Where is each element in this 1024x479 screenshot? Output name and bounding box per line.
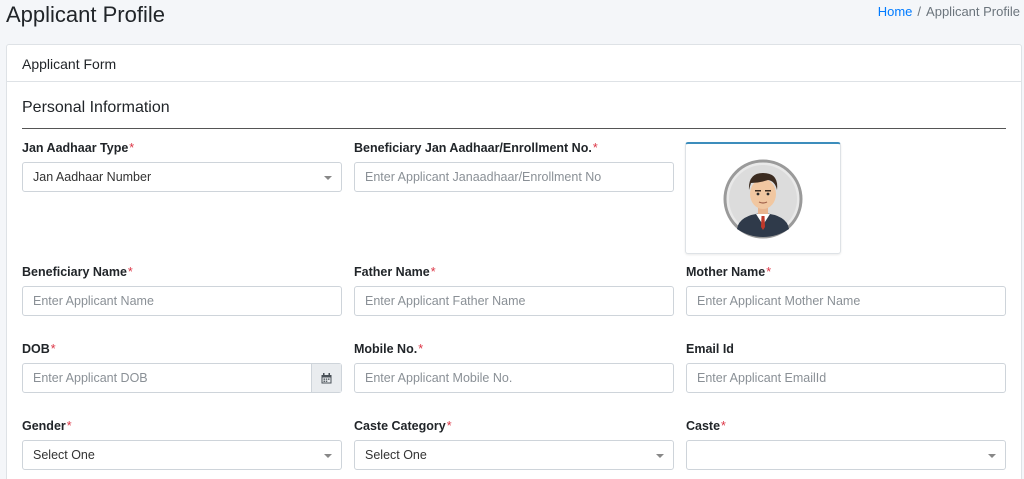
beneficiary-name-field: Beneficiary Name* xyxy=(22,265,342,316)
gender-select[interactable]: Select One xyxy=(22,440,342,470)
dob-label: DOB* xyxy=(22,342,56,356)
mother-name-input[interactable] xyxy=(697,287,1005,315)
caste-category-select[interactable]: Select One xyxy=(354,440,674,470)
email-id-label: Email Id xyxy=(686,342,734,356)
father-name-field: Father Name* xyxy=(354,265,674,316)
beneficiary-name-label: Beneficiary Name* xyxy=(22,265,133,279)
avatar-icon xyxy=(723,159,803,239)
enrollment-no-label: Beneficiary Jan Aadhaar/Enrollment No.* xyxy=(354,141,598,155)
enrollment-no-field: Beneficiary Jan Aadhaar/Enrollment No.* xyxy=(354,141,674,192)
email-id-field: Email Id xyxy=(686,342,1006,393)
jan-aadhaar-type-field: Jan Aadhaar Type* Jan Aadhaar Number xyxy=(22,141,342,192)
beneficiary-name-wrapper xyxy=(22,286,342,316)
caste-category-label: Caste Category* xyxy=(354,419,452,433)
page-title: Applicant Profile xyxy=(6,2,165,27)
calendar-button[interactable] xyxy=(311,364,341,392)
caste-label: Caste* xyxy=(686,419,726,433)
gender-field: Gender* Select One xyxy=(22,419,342,470)
mother-name-field: Mother Name* xyxy=(686,265,1006,316)
father-name-label: Father Name* xyxy=(354,265,436,279)
email-id-input[interactable] xyxy=(697,364,1005,392)
chevron-down-icon xyxy=(324,454,332,458)
section-title: Personal Information xyxy=(22,99,170,116)
breadcrumb-separator: / xyxy=(917,4,922,19)
dob-wrapper xyxy=(22,363,342,393)
mobile-no-wrapper xyxy=(354,363,674,393)
enrollment-no-wrapper xyxy=(354,162,674,192)
dob-input[interactable] xyxy=(33,364,303,392)
jan-aadhaar-type-value: Jan Aadhaar Number xyxy=(33,170,152,184)
breadcrumb: Home / Applicant Profile xyxy=(878,4,1020,19)
applicant-form-card: Applicant Form Personal Information Jan … xyxy=(6,44,1022,479)
mobile-no-field: Mobile No.* xyxy=(354,342,674,393)
mobile-no-label: Mobile No.* xyxy=(354,342,424,356)
enrollment-no-input[interactable] xyxy=(365,163,673,191)
page-header: Applicant Profile Home / Applicant Profile xyxy=(0,0,1024,40)
caste-field: Caste* xyxy=(686,419,1006,470)
caste-category-value: Select One xyxy=(365,448,427,462)
chevron-down-icon xyxy=(656,454,664,458)
gender-label: Gender* xyxy=(22,419,72,433)
jan-aadhaar-type-label: Jan Aadhaar Type* xyxy=(22,141,135,155)
caste-select[interactable] xyxy=(686,440,1006,470)
mobile-no-input[interactable] xyxy=(365,364,673,392)
mother-name-wrapper xyxy=(686,286,1006,316)
calendar-icon xyxy=(321,372,332,383)
section-divider xyxy=(22,128,1006,129)
father-name-wrapper xyxy=(354,286,674,316)
gender-value: Select One xyxy=(33,448,95,462)
dob-field: DOB* xyxy=(22,342,342,393)
chevron-down-icon xyxy=(988,454,996,458)
father-name-input[interactable] xyxy=(365,287,673,315)
card-title: Applicant Form xyxy=(7,45,1021,82)
jan-aadhaar-type-select[interactable]: Jan Aadhaar Number xyxy=(22,162,342,192)
caste-category-field: Caste Category* Select One xyxy=(354,419,674,470)
chevron-down-icon xyxy=(324,176,332,180)
email-id-wrapper xyxy=(686,363,1006,393)
breadcrumb-current: Applicant Profile xyxy=(926,4,1020,19)
mother-name-label: Mother Name* xyxy=(686,265,772,279)
applicant-photo-box xyxy=(685,142,841,254)
beneficiary-name-input[interactable] xyxy=(33,287,341,315)
breadcrumb-home-link[interactable]: Home xyxy=(878,4,913,19)
